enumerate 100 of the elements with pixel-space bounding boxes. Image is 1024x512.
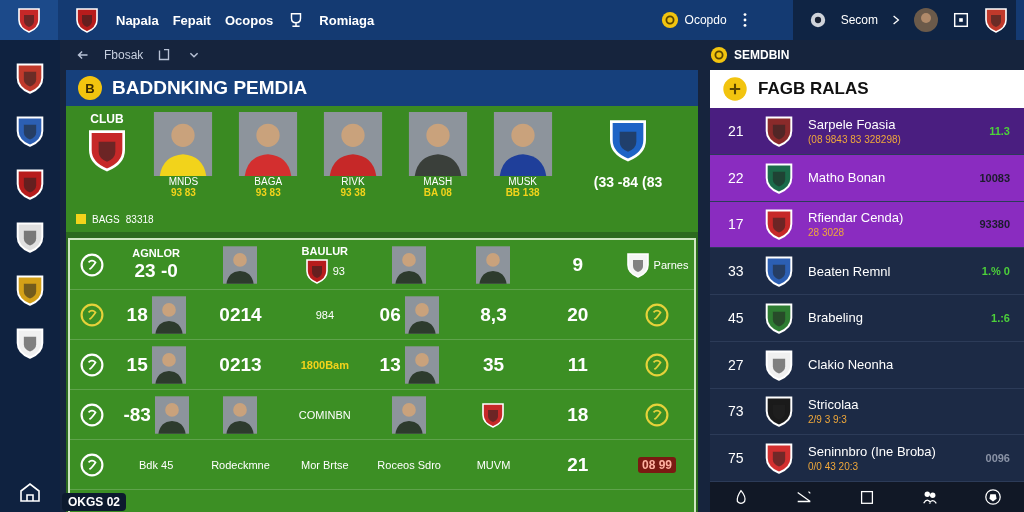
player-number: 18 (126, 303, 148, 326)
ring-icon[interactable] (644, 401, 670, 428)
ring-icon[interactable] (79, 251, 105, 278)
club-name: Beaten Remnl (808, 263, 892, 279)
club-crest-icon (17, 7, 41, 33)
coin-icon (660, 11, 679, 29)
rank-number: 27 (728, 356, 745, 373)
ring-icon[interactable] (79, 451, 105, 478)
rank-number: 33 (728, 263, 745, 280)
club-detail: (08 9843 83 328298) (808, 133, 902, 145)
coin-icon (722, 76, 748, 102)
cell-text: Roceos Sdro (377, 458, 441, 471)
footer-value: 83318 (125, 213, 154, 225)
player-number: 06 (379, 303, 401, 326)
player-avatar (223, 395, 258, 434)
club-name: Seninnbro (Ine Broba) (808, 444, 937, 460)
points-value: 11.3 (989, 124, 1010, 137)
column-caption: BAULUR (301, 245, 349, 257)
stat-value: 21 (567, 453, 589, 476)
standings-row[interactable]: 73 Stricolaa 2/9 3 9:3 (710, 388, 1024, 436)
club-name: Matho Bonan (808, 170, 887, 186)
ring-icon[interactable] (644, 301, 670, 328)
player-name: MUSK (508, 176, 538, 187)
rank-number: 73 (728, 403, 745, 420)
club-name: Stricolaa (808, 397, 860, 413)
player-name: MNDS (168, 176, 199, 187)
home-icon[interactable] (18, 480, 42, 504)
player-avatar (392, 245, 427, 284)
ring-icon[interactable] (644, 351, 670, 378)
points-value: 93380 (979, 218, 1010, 231)
user-name: Secom (840, 13, 878, 27)
player-avatar (476, 245, 511, 284)
nav-link[interactable]: Napala (116, 12, 159, 28)
column-caption: AGNLOR (132, 247, 180, 259)
standings-row[interactable]: 21 Sarpele Foasia (08 9843 83 328298) 11.3 (710, 108, 1024, 155)
standings-row[interactable]: 33 Beaten Remnl 1.% 0 (710, 248, 1024, 295)
stat-value: 35 (482, 353, 505, 376)
rank-number: 75 (728, 450, 745, 467)
stat-value: 0214 (219, 303, 262, 326)
stat-value: 18 (567, 403, 589, 426)
points-value: 1.% 0 (981, 265, 1010, 278)
player-number: 93 83 (255, 187, 281, 198)
points-value: 1.:6 (991, 311, 1010, 324)
nav-link[interactable]: Fepait (172, 12, 211, 28)
player-name: RIVK (341, 176, 365, 187)
alert-value: 08 99 (638, 456, 676, 473)
standings-row[interactable]: 17 Rfiendar Cenda) 28 3028 93380 (710, 201, 1024, 249)
points-value: 0096 (985, 452, 1010, 465)
ball-icon[interactable] (983, 488, 1002, 506)
rank-number: 22 (728, 169, 745, 186)
page-title: Fbosak (104, 48, 144, 62)
avatar[interactable] (914, 8, 938, 32)
square-icon[interactable] (858, 488, 876, 506)
player-number: 13 (379, 353, 401, 376)
club-name: Brabeling (808, 310, 864, 326)
player-name: BAGA (254, 176, 283, 187)
player-number: 15 (126, 353, 148, 376)
player-number: BB 138 (505, 187, 540, 198)
player-avatar (151, 345, 186, 384)
coin-balance: Ocopdo (684, 13, 727, 27)
footer-label: BAGS (92, 213, 120, 225)
player-name: MASH (423, 176, 453, 187)
club-name: Rfiendar Cenda) (808, 210, 905, 226)
cell-text: Bdk 45 (139, 458, 174, 471)
player-number: BA 08 (423, 187, 452, 198)
cell-text: Mor Brtse (301, 458, 349, 471)
stat-value: 11 (567, 353, 588, 376)
stat-note: 1800Bam (300, 358, 349, 371)
nav-link[interactable]: Ocopos (224, 12, 274, 28)
player-number: 93 38 (340, 187, 366, 198)
club-name: Sarpele Foasia (808, 116, 897, 132)
standings-row[interactable]: 45 Brabeling 1.:6 (710, 295, 1024, 342)
club-crest-icon (984, 7, 1008, 33)
settings-icon[interactable] (808, 11, 827, 29)
cell-text: MUVM (476, 458, 511, 471)
rank-number: 21 (728, 122, 745, 139)
player-avatar (154, 395, 189, 434)
rank-number: 17 (728, 216, 745, 233)
badge: B (78, 76, 102, 100)
club-crest-icon (75, 7, 99, 33)
player-number: 93 83 (170, 187, 196, 198)
corner-badge: OKGS 02 (62, 493, 127, 511)
nav-link[interactable]: Romiaga (319, 12, 375, 28)
ring-icon[interactable] (79, 301, 105, 328)
ring-icon[interactable] (79, 401, 105, 428)
panel-title: BADDNKING PEMDIA (112, 77, 308, 99)
standings-row[interactable]: 27 Clakio Neonha (710, 341, 1024, 389)
score: (33 -84 (83 (593, 174, 663, 190)
club-detail: 0/0 43 20:3 (808, 461, 860, 473)
cell-text: 984 (315, 308, 334, 321)
player-avatar (404, 345, 439, 384)
ring-icon[interactable] (79, 351, 105, 378)
club-detail: 2/9 3 9:3 (808, 414, 848, 426)
stat-value: 20 (567, 303, 589, 326)
cell-text: Rodeckmne (211, 458, 270, 471)
square-icon[interactable] (952, 11, 970, 29)
player-avatar (151, 295, 186, 334)
standings-row[interactable]: 22 Matho Bonan 10083 (710, 154, 1024, 202)
stat-value: 23 -0 (134, 260, 178, 282)
cell-text: COMINBN (298, 408, 351, 421)
